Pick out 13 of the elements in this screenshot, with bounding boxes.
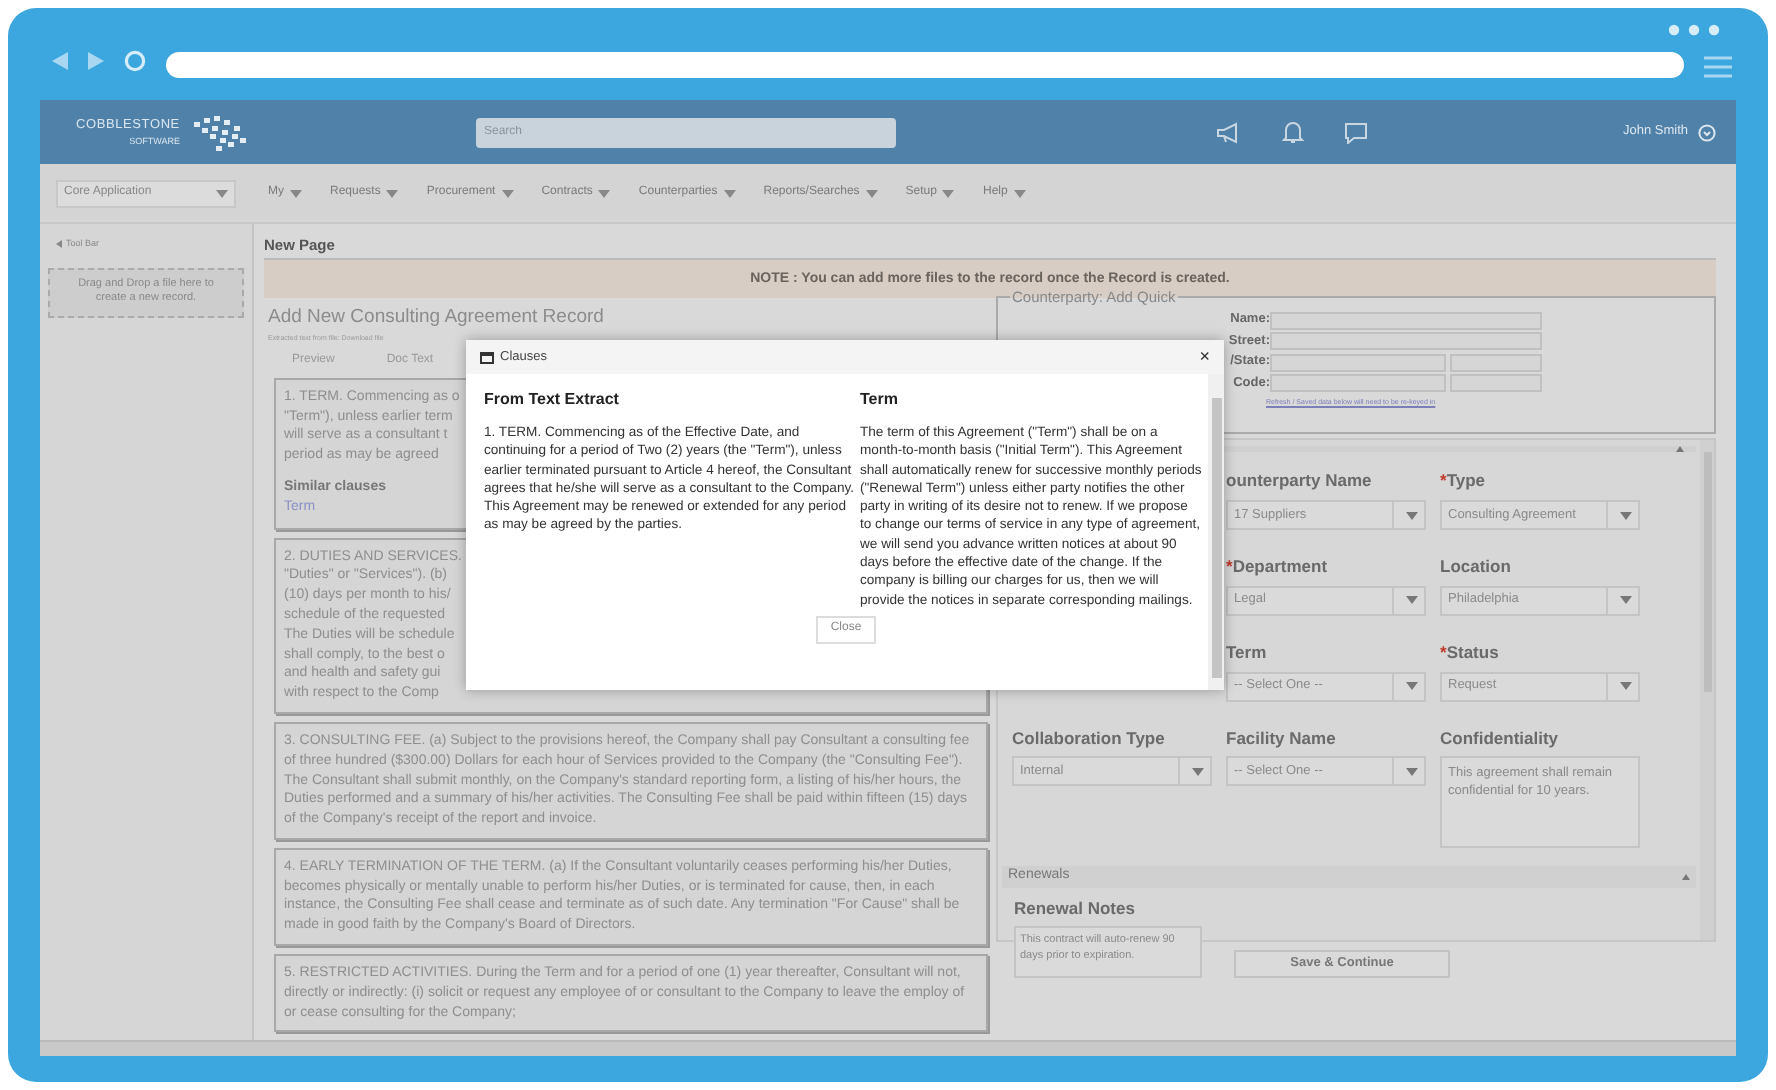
- field-label: ounterparty Name: [1226, 468, 1374, 494]
- field-label: *Type: [1440, 468, 1488, 494]
- field-label: Facility Name: [1226, 725, 1338, 751]
- field-label: Confidentiality: [1440, 725, 1561, 751]
- field-label: *Department: [1226, 554, 1330, 580]
- record-title: Add New Consulting Agreement Record: [266, 304, 606, 333]
- field-label: Collaboration Type: [1012, 725, 1167, 751]
- column-heading: Term: [860, 388, 900, 412]
- field-label: Term: [1226, 639, 1269, 665]
- field-label: *Status: [1440, 639, 1501, 665]
- field-label: Location: [1440, 554, 1513, 580]
- field-label: Renewal Notes: [1014, 895, 1137, 921]
- column-heading: From Text Extract: [484, 388, 621, 412]
